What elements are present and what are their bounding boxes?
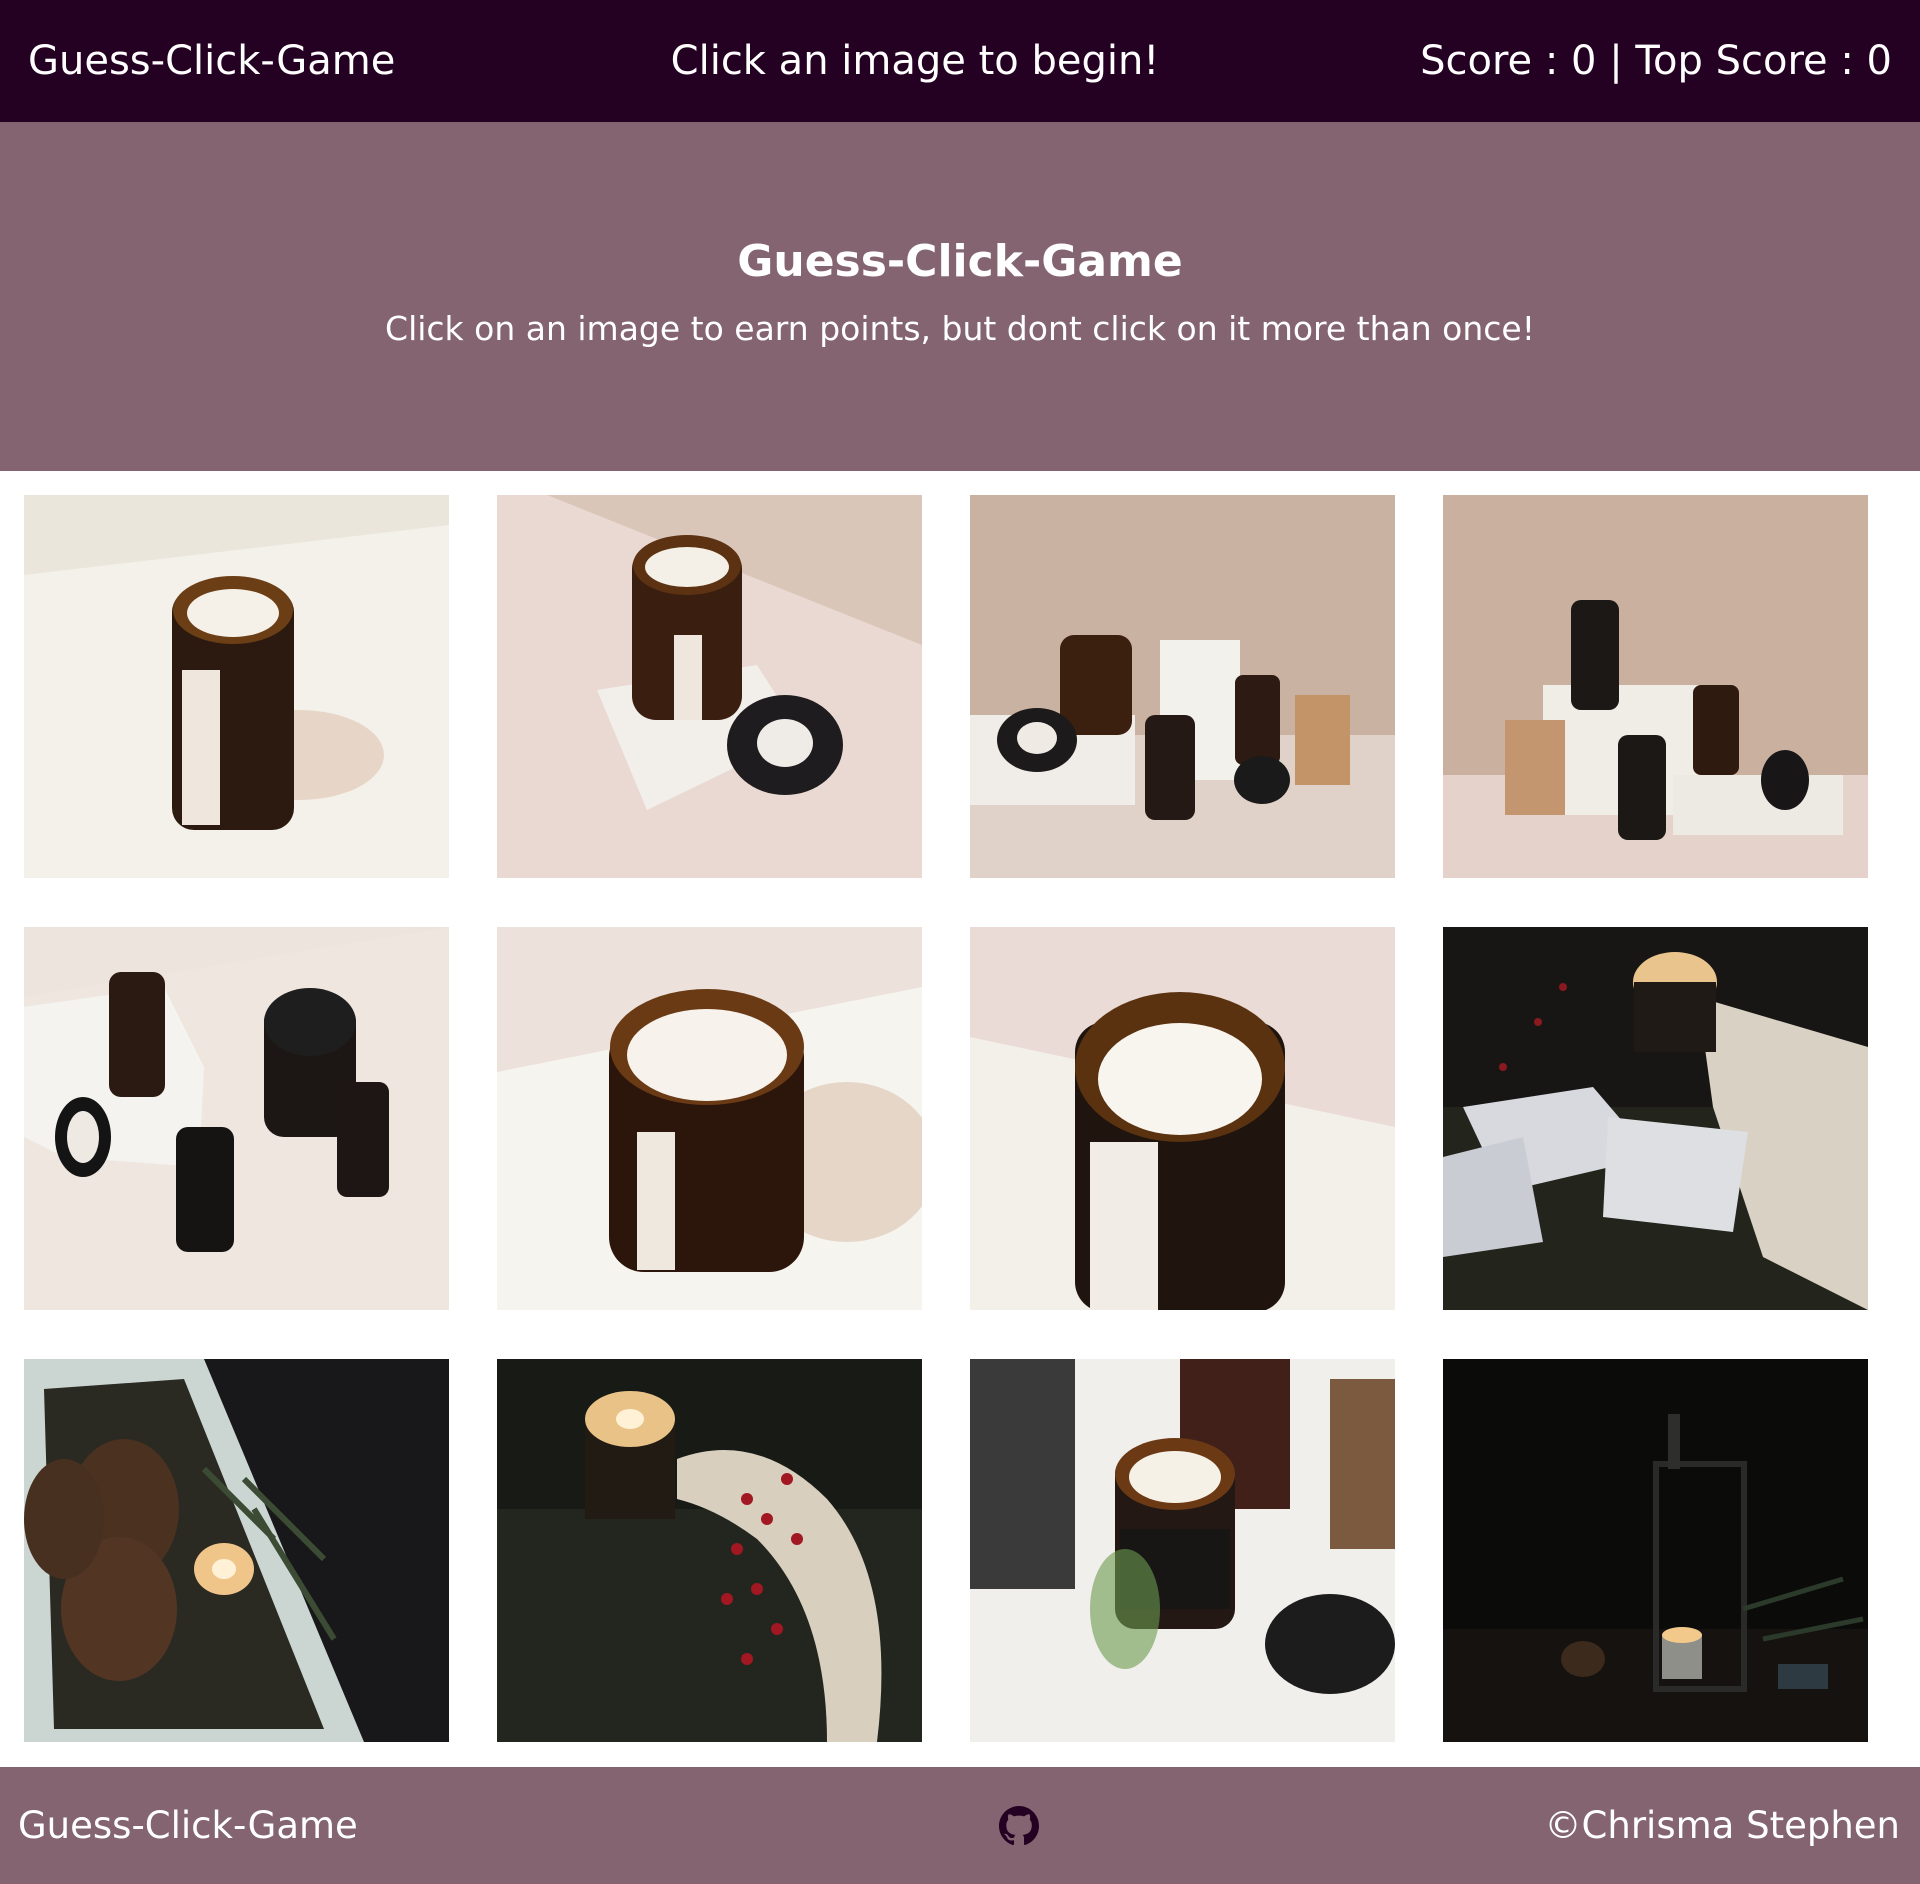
image-card-5[interactable] xyxy=(24,927,449,1310)
image-card-6[interactable] xyxy=(497,927,922,1310)
image-card-1[interactable] xyxy=(24,495,449,878)
candle-image xyxy=(24,927,449,1310)
image-card-7[interactable] xyxy=(970,927,1395,1310)
footer-brand[interactable]: Guess-Click-Game xyxy=(18,1804,578,1847)
candle-image xyxy=(24,495,449,878)
candle-image xyxy=(497,927,922,1310)
candle-image xyxy=(970,927,1395,1310)
hero-subtitle: Click on an image to earn points, but do… xyxy=(385,309,1535,348)
footer-copyright: ©Chrisma Stephen xyxy=(1544,1804,1900,1847)
nav-brand[interactable]: Guess-Click-Game xyxy=(28,38,588,84)
hero-banner: Guess-Click-Game Click on an image to ea… xyxy=(0,122,1920,471)
hero-title: Guess-Click-Game xyxy=(737,236,1183,287)
candle-image xyxy=(497,1359,922,1742)
image-grid xyxy=(24,495,1868,1742)
image-card-12[interactable] xyxy=(1443,1359,1868,1742)
candle-image xyxy=(1443,1359,1868,1742)
navbar: Guess-Click-Game Click an image to begin… xyxy=(0,0,1920,122)
game-status-message: Click an image to begin! xyxy=(670,38,1160,84)
image-card-4[interactable] xyxy=(1443,495,1868,878)
candle-image xyxy=(1443,927,1868,1310)
candle-image xyxy=(1443,495,1868,878)
candle-image xyxy=(497,495,922,878)
image-card-3[interactable] xyxy=(970,495,1395,878)
image-card-9[interactable] xyxy=(24,1359,449,1742)
candle-image xyxy=(970,495,1395,878)
image-card-8[interactable] xyxy=(1443,927,1868,1310)
candle-image xyxy=(970,1359,1395,1742)
score-display: Score : 0 | Top Score : 0 xyxy=(1420,38,1892,84)
image-card-2[interactable] xyxy=(497,495,922,878)
footer: Guess-Click-Game ©Chrisma Stephen xyxy=(0,1767,1920,1884)
image-card-11[interactable] xyxy=(970,1359,1395,1742)
image-card-10[interactable] xyxy=(497,1359,922,1742)
candle-image xyxy=(24,1359,449,1742)
github-icon[interactable] xyxy=(999,1805,1039,1846)
